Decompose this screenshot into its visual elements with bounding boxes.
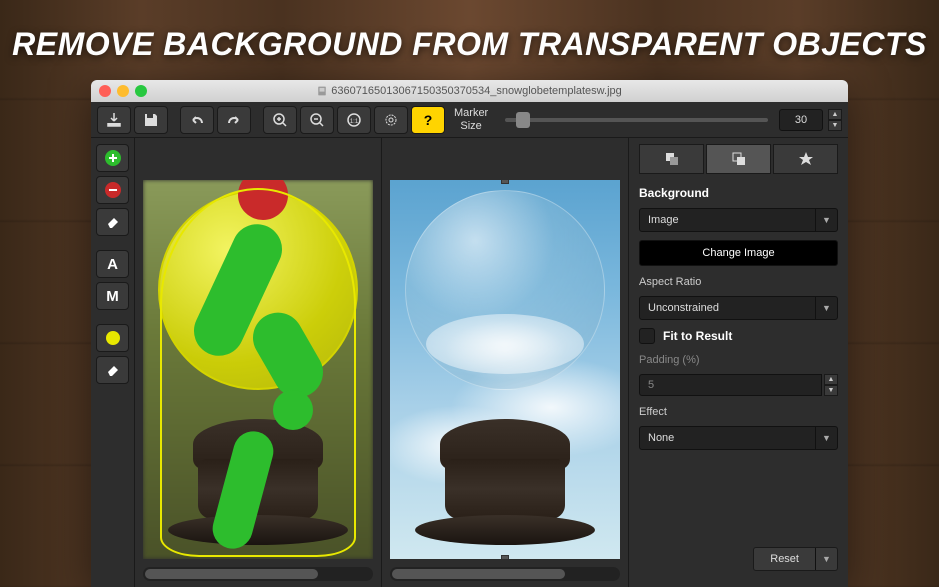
effect-label: Effect: [639, 406, 838, 418]
foreground-marker-stroke: [273, 390, 313, 430]
original-canvas[interactable]: [143, 180, 373, 559]
background-type-dropdown[interactable]: Image ▼: [639, 208, 838, 232]
reset-row: Reset ▼: [639, 547, 838, 571]
svg-text:1:1: 1:1: [350, 119, 359, 125]
background-section-label: Background: [639, 186, 838, 200]
chevron-down-icon: ▼: [815, 209, 837, 231]
svg-text:?: ?: [424, 112, 433, 128]
file-icon: [317, 86, 327, 96]
reset-button[interactable]: Reset ▼: [753, 547, 838, 571]
window-filename: 63607165013067150350370534_snowglobetemp…: [91, 85, 848, 97]
stepper-up[interactable]: ▲: [828, 109, 842, 120]
zoom-actual-button[interactable]: 1:1: [337, 106, 371, 134]
zoom-out-button[interactable]: [300, 106, 334, 134]
promo-headline: REMOVE BACKGROUND FROM TRANSPARENT OBJEC…: [0, 26, 939, 63]
chevron-down-icon: ▼: [815, 548, 837, 570]
marker-size-label: Marker Size: [454, 107, 488, 131]
eraser-tool[interactable]: [96, 208, 129, 236]
app-window: 63607165013067150350370534_snowglobetemp…: [91, 80, 848, 587]
change-image-button[interactable]: Change Image: [639, 240, 838, 266]
marker-size-slider[interactable]: [505, 118, 768, 122]
fit-to-result-label: Fit to Result: [663, 329, 732, 343]
workspace: A M: [91, 138, 848, 587]
aspect-ratio-label: Aspect Ratio: [639, 276, 838, 288]
top-toolbar: 1:1 ? Marker Size ▲ ▼: [91, 102, 848, 138]
yellow-marker-tool[interactable]: [96, 324, 129, 352]
auto-mode-button[interactable]: A: [96, 250, 129, 278]
undo-button[interactable]: [180, 106, 214, 134]
snowglobe-result: [405, 190, 605, 390]
chevron-down-icon: ▼: [815, 427, 837, 449]
horizontal-scrollbar[interactable]: [143, 567, 373, 581]
left-toolbar: A M: [91, 138, 135, 587]
dropdown-value: Unconstrained: [640, 297, 815, 319]
padding-stepper: ▲ ▼: [824, 374, 838, 396]
panel-tabs: [639, 144, 838, 174]
original-pane: [135, 138, 381, 587]
fit-to-result-checkbox[interactable]: [639, 328, 655, 344]
result-pane: [382, 138, 628, 587]
marker-size-stepper: ▲ ▼: [828, 109, 842, 131]
padding-label: Padding (%): [639, 354, 838, 366]
stepper-down[interactable]: ▼: [824, 385, 838, 396]
cleanup-eraser-tool[interactable]: [96, 356, 129, 384]
slider-thumb[interactable]: [516, 112, 530, 128]
marker-size-input[interactable]: [779, 109, 823, 131]
padding-input-row: ▲ ▼: [639, 374, 838, 396]
zoom-in-button[interactable]: [263, 106, 297, 134]
fit-to-result-row: Fit to Result: [639, 328, 838, 344]
crop-handle[interactable]: [501, 180, 509, 184]
zoom-fit-button[interactable]: [374, 106, 408, 134]
padding-input[interactable]: [639, 374, 822, 396]
tab-layers[interactable]: [639, 144, 704, 174]
dropdown-value: None: [640, 427, 815, 449]
right-panel: Background Image ▼ Change Image Aspect R…: [628, 138, 848, 587]
effect-dropdown[interactable]: None ▼: [639, 426, 838, 450]
save-button[interactable]: [134, 106, 168, 134]
tab-background[interactable]: [706, 144, 771, 174]
canvas-area: [135, 138, 628, 587]
manual-mode-button[interactable]: M: [96, 282, 129, 310]
download-button[interactable]: [97, 106, 131, 134]
crop-handle[interactable]: [501, 555, 509, 559]
result-canvas[interactable]: [390, 180, 620, 559]
chevron-down-icon: ▼: [815, 297, 837, 319]
pedestal-result: [405, 419, 605, 559]
horizontal-scrollbar[interactable]: [390, 567, 620, 581]
remove-mark-tool[interactable]: [96, 176, 129, 204]
help-button[interactable]: ?: [411, 106, 445, 134]
scrollbar-thumb[interactable]: [145, 569, 318, 579]
stepper-down[interactable]: ▼: [828, 120, 842, 131]
stepper-up[interactable]: ▲: [824, 374, 838, 385]
aspect-ratio-dropdown[interactable]: Unconstrained ▼: [639, 296, 838, 320]
add-mark-tool[interactable]: [96, 144, 129, 172]
tab-favorites[interactable]: [773, 144, 838, 174]
scrollbar-thumb[interactable]: [392, 569, 565, 579]
redo-button[interactable]: [217, 106, 251, 134]
dropdown-value: Image: [640, 209, 815, 231]
window-titlebar: 63607165013067150350370534_snowglobetemp…: [91, 80, 848, 102]
